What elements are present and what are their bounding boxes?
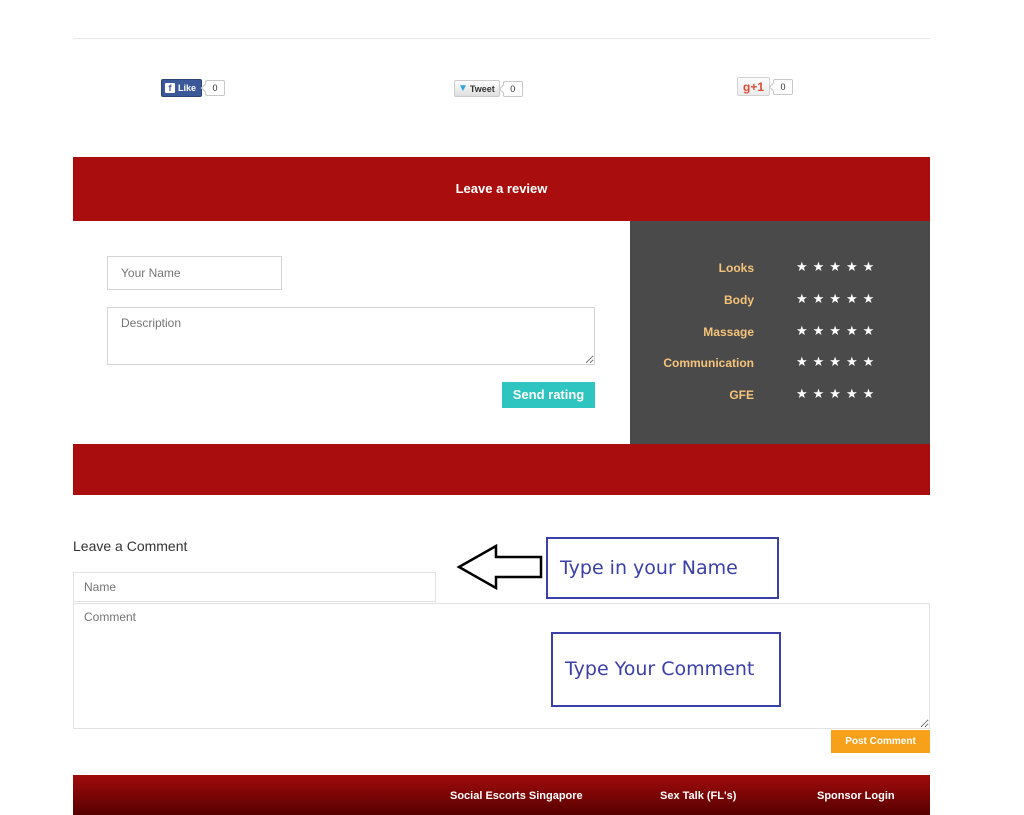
rating-label: Massage xyxy=(703,325,754,339)
top-divider xyxy=(73,38,930,39)
tweet-label: Tweet xyxy=(469,83,495,94)
review-name-input[interactable] xyxy=(107,256,282,290)
star-rating-massage[interactable]: ★★★★★ xyxy=(796,323,879,339)
footer-link-sex-talk[interactable]: Sex Talk (FL's) xyxy=(660,790,736,802)
google-plus-count: 0 xyxy=(773,78,794,95)
ratings-panel: Looks ★★★★★ Body ★★★★★ Massage ★★★★★ Com… xyxy=(630,221,930,444)
name-callout: Type in your Name xyxy=(546,537,779,599)
footer-link-sponsor-login[interactable]: Sponsor Login xyxy=(817,790,895,802)
rating-row-communication: Communication ★★★★★ xyxy=(630,354,930,376)
comment-textarea[interactable] xyxy=(73,603,930,729)
star-rating-gfe[interactable]: ★★★★★ xyxy=(796,386,879,402)
twitter-tweet-widget[interactable]: ▼ Tweet 0 xyxy=(454,80,523,97)
rating-label: Looks xyxy=(718,261,754,275)
star-rating-body[interactable]: ★★★★★ xyxy=(796,291,879,307)
left-arrow-icon xyxy=(456,543,543,591)
rating-row-massage: Massage ★★★★★ xyxy=(630,323,930,345)
rating-label: Body xyxy=(724,293,754,307)
review-header: Leave a review xyxy=(73,157,930,221)
star-rating-communication[interactable]: ★★★★★ xyxy=(796,354,879,370)
google-plus-one-button[interactable]: g+1 xyxy=(737,77,771,96)
comment-name-input[interactable] xyxy=(73,572,436,602)
send-rating-button[interactable]: Send rating xyxy=(502,382,595,408)
star-rating-looks[interactable]: ★★★★★ xyxy=(796,259,879,275)
rating-label: GFE xyxy=(729,388,754,402)
footer-nav: Social Escorts Singapore Sex Talk (FL's)… xyxy=(73,775,930,815)
rating-row-gfe: GFE ★★★★★ xyxy=(630,386,930,408)
facebook-like-button[interactable]: f Like xyxy=(161,79,203,97)
comment-heading: Leave a Comment xyxy=(73,538,188,554)
review-title: Leave a review xyxy=(455,181,548,196)
comment-callout: Type Your Comment xyxy=(551,632,781,707)
facebook-like-widget[interactable]: f Like 0 xyxy=(161,79,226,97)
google-plus-widget[interactable]: g+1 0 xyxy=(737,77,794,96)
rating-row-body: Body ★★★★★ xyxy=(630,291,930,313)
review-footer-band xyxy=(73,444,930,495)
facebook-like-count: 0 xyxy=(205,80,226,96)
facebook-icon: f xyxy=(165,83,175,93)
post-comment-button[interactable]: Post Comment xyxy=(831,730,930,753)
tweet-count: 0 xyxy=(502,80,523,97)
twitter-bird-icon: ▼ xyxy=(458,83,468,94)
tweet-button[interactable]: ▼ Tweet xyxy=(454,80,500,97)
review-description-input[interactable] xyxy=(107,307,595,365)
rating-label: Communication xyxy=(663,356,754,370)
rating-row-looks: Looks ★★★★★ xyxy=(630,259,930,281)
facebook-like-label: Like xyxy=(178,83,197,93)
footer-link-social-escorts[interactable]: Social Escorts Singapore xyxy=(450,790,583,802)
